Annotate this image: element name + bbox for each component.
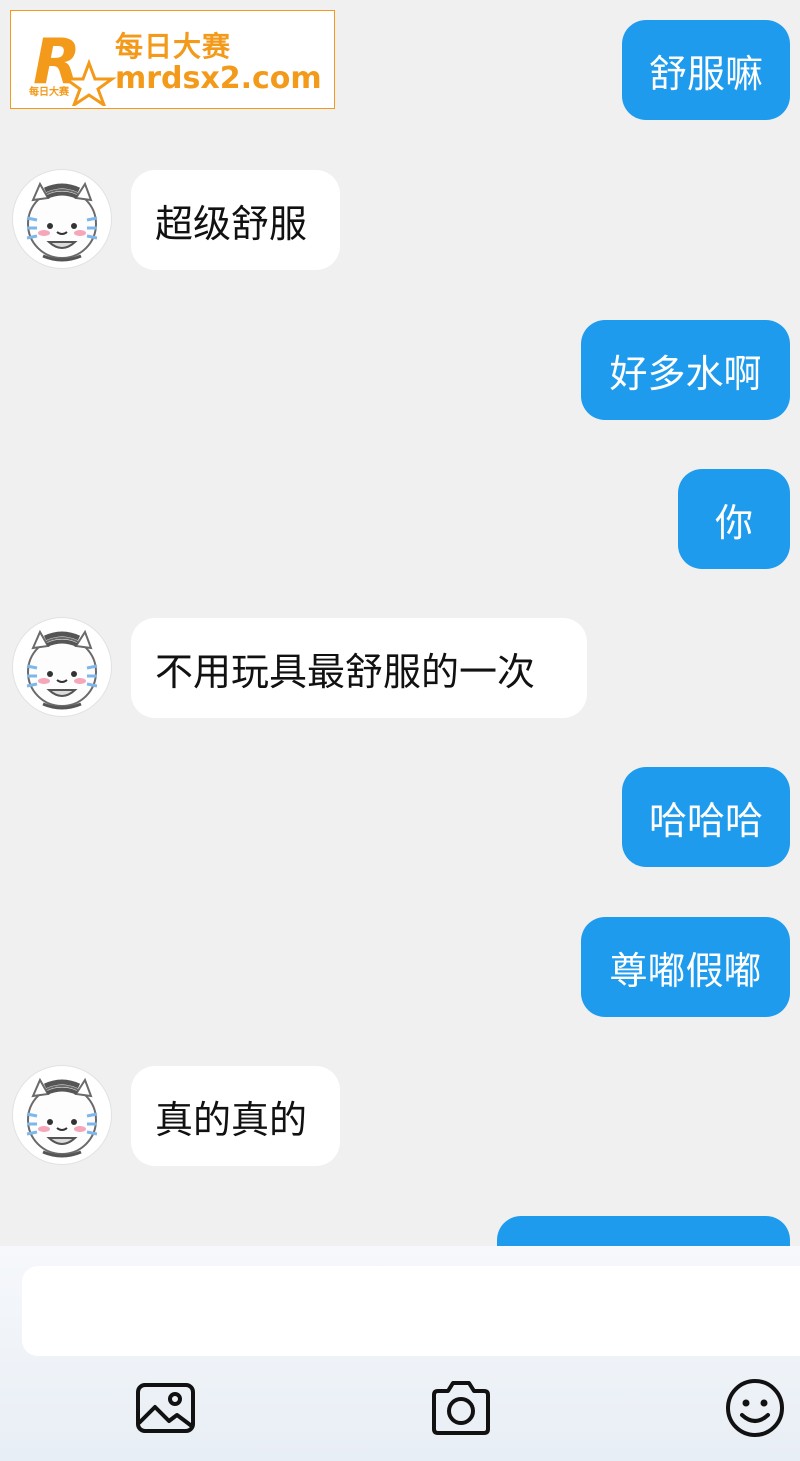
watermark-title: 每日大赛 — [115, 30, 232, 63]
image-icon — [136, 1383, 195, 1433]
avatar[interactable] — [13, 170, 111, 268]
avatar[interactable] — [13, 618, 111, 716]
watermark-logo-icon: R 每日大赛 — [29, 25, 117, 106]
message-bubble-incoming[interactable]: 真的真的 — [131, 1066, 340, 1166]
message-bubble-outgoing[interactable]: 尊嘟假嘟 — [581, 917, 790, 1017]
camera-icon — [432, 1381, 490, 1435]
image-button[interactable] — [135, 1377, 197, 1439]
message-input[interactable] — [22, 1266, 800, 1356]
message-bubble-outgoing[interactable]: 舒服嘛 — [622, 20, 790, 120]
watermark-logo-small: 每日大赛 — [29, 85, 70, 98]
watermark: R 每日大赛 每日大赛 mrdsx2.com — [10, 10, 335, 109]
emoji-button[interactable] — [724, 1377, 786, 1439]
camera-button[interactable] — [430, 1377, 492, 1439]
watermark-url: mrdsx2.com — [115, 61, 322, 96]
emoji-icon — [726, 1379, 784, 1437]
cat-avatar-icon — [26, 1077, 98, 1158]
message-bubble-outgoing[interactable]: 好多水啊 — [581, 320, 790, 420]
cat-avatar-icon — [26, 629, 98, 710]
message-bubble-outgoing[interactable]: 哈哈哈 — [622, 767, 790, 867]
cat-avatar-icon — [26, 181, 98, 262]
message-bubble-outgoing[interactable]: 你 — [678, 469, 790, 569]
message-bubble-incoming[interactable]: 不用玩具最舒服的一次 — [131, 618, 587, 718]
avatar[interactable] — [13, 1066, 111, 1164]
message-bubble-incoming[interactable]: 超级舒服 — [131, 170, 340, 270]
message-composer — [0, 1246, 800, 1461]
